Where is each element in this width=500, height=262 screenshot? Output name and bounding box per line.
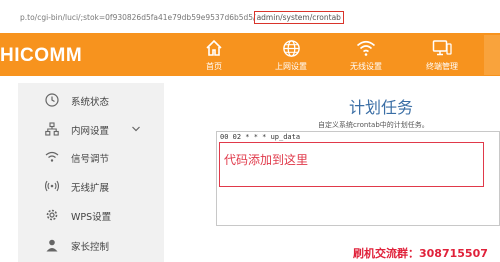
- annotation-box: 代码添加到这里: [219, 142, 484, 187]
- gear-icon: [44, 207, 60, 223]
- monitor-icon: [432, 38, 452, 58]
- sidebar-item-signal-adjust[interactable]: 信号调节: [18, 143, 164, 171]
- sidebar-item-system-status[interactable]: 系统状态: [18, 86, 164, 114]
- url-prefix: p.to/cgi-bin/luci/;stok=0f930826d5fa41e7…: [20, 13, 256, 22]
- sidebar: 系统状态 内网设置 信号调节 无线扩展 WPS设置 家长控制: [18, 83, 164, 262]
- sidebar-item-parental-control[interactable]: 家长控制: [18, 231, 164, 259]
- nav-terminal-management[interactable]: 终端管理: [420, 33, 464, 76]
- page-title: 计划任务: [349, 98, 414, 117]
- nav-home-label: 首页: [206, 62, 222, 71]
- browser-address-bar[interactable]: p.to/cgi-bin/luci/;stok=0f930826d5fa41e7…: [0, 0, 500, 33]
- wireless-extend-icon: [44, 178, 60, 194]
- sidebar-item-label: 内网设置: [71, 126, 110, 137]
- watermark-text: 刷机交流群：308715507: [353, 247, 488, 260]
- sidebar-item-label: 无线扩展: [71, 183, 110, 194]
- sidebar-item-wps-settings[interactable]: WPS设置: [18, 201, 164, 229]
- nav-wireless-label: 无线设置: [350, 62, 382, 71]
- crontab-line: 00 02 * * * up_data: [220, 133, 301, 141]
- nav-internet-settings[interactable]: 上网设置: [267, 33, 315, 76]
- sidebar-item-wireless-extend[interactable]: 无线扩展: [18, 172, 164, 200]
- sidebar-item-label: WPS设置: [71, 212, 112, 223]
- url-text[interactable]: p.to/cgi-bin/luci/;stok=0f930826d5fa41e7…: [20, 11, 344, 24]
- sidebar-item-lan-settings[interactable]: 内网设置: [18, 115, 164, 143]
- chevron-down-icon[interactable]: [131, 124, 141, 134]
- page-description: 自定义系统crontab中的计划任务。: [318, 121, 429, 129]
- user-icon: [44, 237, 60, 253]
- nav-internet-label: 上网设置: [275, 62, 307, 71]
- network-icon: [44, 121, 60, 137]
- header-edge-decoration: [484, 35, 500, 75]
- brand-logo: HICOMM: [0, 45, 83, 66]
- annotation-text: 代码添加到这里: [224, 153, 309, 167]
- nav-wireless-settings[interactable]: 无线设置: [344, 33, 388, 76]
- sidebar-item-label: 信号调节: [71, 154, 110, 165]
- sidebar-item-label: 系统状态: [71, 97, 110, 108]
- top-header: HICOMM 首页 上网设置 无线设置 终端管理: [0, 33, 500, 76]
- url-highlight-path: admin/system/crontab: [253, 11, 344, 24]
- sidebar-item-label: 家长控制: [71, 242, 110, 253]
- nav-terminal-label: 终端管理: [426, 62, 458, 71]
- globe-icon: [281, 38, 301, 58]
- wifi-icon: [356, 38, 376, 58]
- signal-icon: [44, 149, 60, 165]
- clock-icon: [44, 92, 60, 108]
- home-icon: [204, 38, 224, 58]
- nav-home[interactable]: 首页: [200, 33, 228, 76]
